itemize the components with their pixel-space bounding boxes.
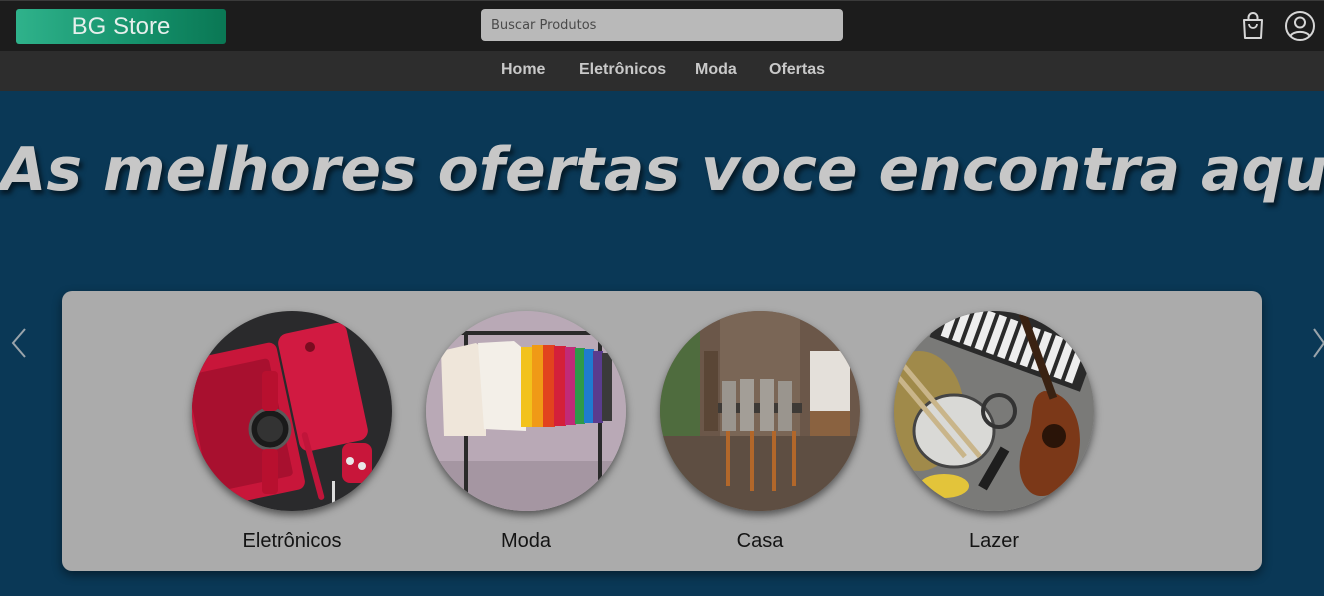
nav-bar: Home Eletrônicos Moda Ofertas: [0, 51, 1324, 91]
shopping-bag-icon: [1243, 12, 1263, 39]
category-label: Moda: [500, 530, 552, 552]
nav-item-ofertas[interactable]: Ofertas: [769, 51, 825, 91]
chevron-right-icon: [1313, 328, 1324, 358]
category-card-moda[interactable]: Moda: [426, 311, 626, 561]
clothing-rack-photo: [426, 311, 626, 511]
red-gadgets-photo: [192, 311, 392, 511]
hero-title: As melhores ofertas voce encontra aqui!: [0, 135, 1324, 205]
carousel-next-button[interactable]: [1310, 326, 1324, 360]
account-button[interactable]: [1284, 10, 1316, 42]
category-label: Lazer: [968, 530, 1020, 552]
chevron-left-icon: [11, 328, 26, 358]
nav-item-moda[interactable]: Moda: [695, 51, 737, 91]
nav-item-eletronicos[interactable]: Eletrônicos: [579, 51, 666, 91]
category-card-eletronicos[interactable]: Eletrônicos: [192, 311, 392, 561]
search-input[interactable]: [481, 9, 843, 41]
cart-button[interactable]: [1237, 10, 1269, 42]
store-logo[interactable]: BG Store: [16, 9, 226, 44]
music-instruments-photo: [894, 311, 1094, 511]
top-bar: BG Store: [0, 0, 1324, 51]
user-circle-icon: [1285, 11, 1315, 41]
category-label: Casa: [736, 530, 784, 552]
category-label: Eletrônicos: [242, 530, 342, 552]
category-card-casa[interactable]: Casa: [660, 311, 860, 561]
category-carousel: Eletrônicos Moda Casa Lazer: [62, 291, 1262, 571]
nav-item-home[interactable]: Home: [501, 51, 545, 91]
category-card-lazer[interactable]: Lazer: [894, 311, 1094, 561]
dining-room-photo: [660, 311, 860, 511]
carousel-prev-button[interactable]: [9, 326, 29, 360]
